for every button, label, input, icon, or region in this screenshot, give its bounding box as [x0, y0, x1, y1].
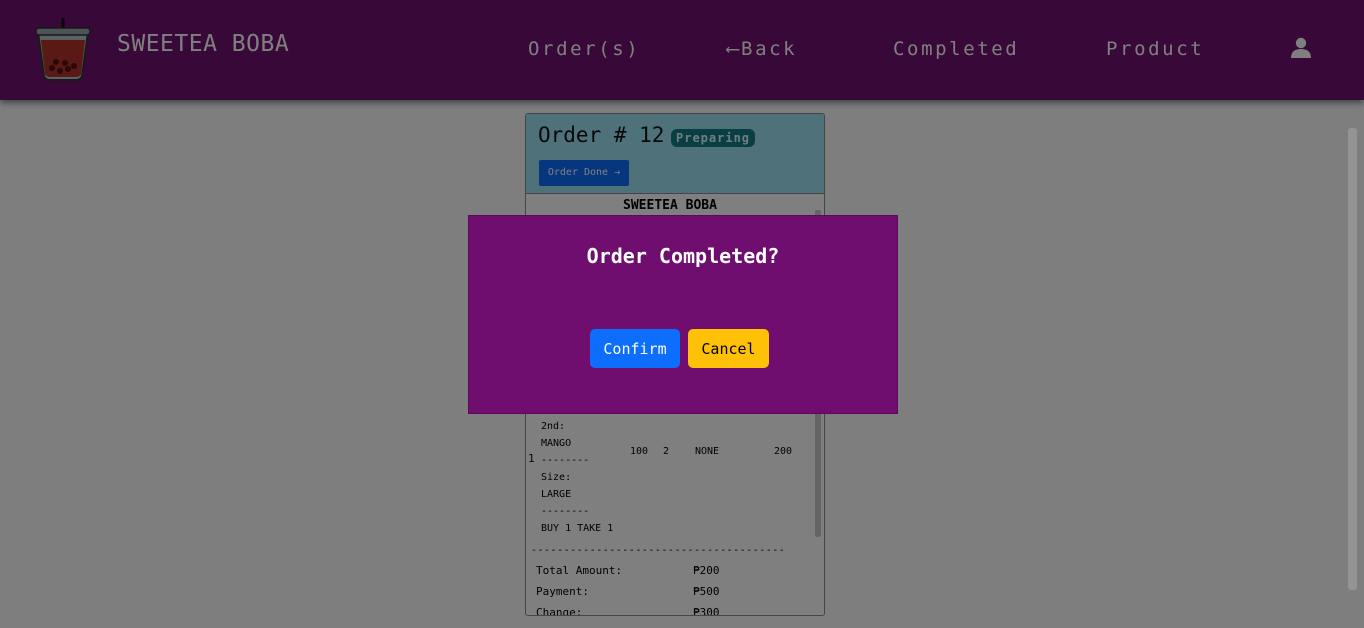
- page-scrollbar[interactable]: [1348, 128, 1357, 590]
- cancel-button[interactable]: Cancel: [688, 329, 769, 368]
- dialog-title: Order Completed?: [586, 244, 780, 268]
- confirm-button[interactable]: Confirm: [590, 329, 680, 368]
- confirm-dialog: Order Completed? Confirm Cancel: [468, 215, 898, 414]
